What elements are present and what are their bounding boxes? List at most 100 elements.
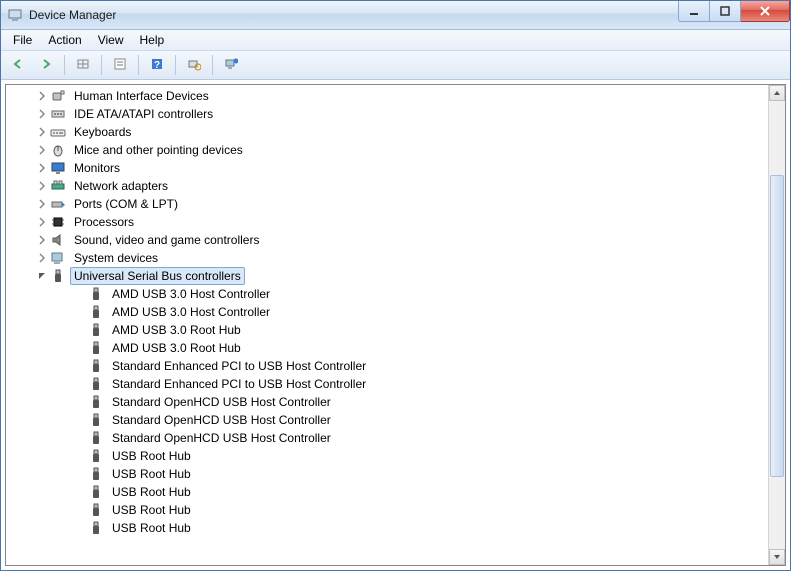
usb-device-icon	[88, 502, 104, 518]
device-label: AMD USB 3.0 Root Hub	[108, 339, 245, 357]
tree-device[interactable]: Standard OpenHCD USB Host Controller	[6, 411, 769, 429]
properties-button[interactable]	[107, 53, 133, 77]
expand-icon[interactable]	[34, 109, 50, 119]
tree-category[interactable]: Mice and other pointing devices	[6, 141, 769, 159]
usb-device-icon	[88, 412, 104, 428]
expand-icon[interactable]	[34, 163, 50, 173]
usb-device-icon	[88, 358, 104, 374]
app-icon	[7, 7, 23, 23]
expand-icon[interactable]	[34, 217, 50, 227]
expand-icon[interactable]	[34, 199, 50, 209]
category-label: Universal Serial Bus controllers	[70, 267, 245, 285]
menu-file[interactable]: File	[5, 31, 40, 49]
tree-device[interactable]: AMD USB 3.0 Root Hub	[6, 339, 769, 357]
back-button[interactable]	[5, 53, 31, 77]
toolbar: ?	[1, 51, 790, 80]
tree-category[interactable]: System devices	[6, 249, 769, 267]
tree-device[interactable]: USB Root Hub	[6, 501, 769, 519]
category-label: Mice and other pointing devices	[70, 141, 247, 159]
expand-icon[interactable]	[34, 181, 50, 191]
separator	[175, 55, 176, 75]
category-label: Sound, video and game controllers	[70, 231, 263, 249]
collapse-icon[interactable]	[34, 271, 50, 281]
scroll-up-button[interactable]	[769, 85, 785, 101]
maximize-button[interactable]	[710, 1, 741, 22]
tree-category[interactable]: Processors	[6, 213, 769, 231]
scrollbar-thumb[interactable]	[770, 175, 784, 477]
usb-device-icon	[88, 376, 104, 392]
device-label: Standard OpenHCD USB Host Controller	[108, 411, 335, 429]
expand-icon[interactable]	[34, 235, 50, 245]
menu-help[interactable]: Help	[132, 31, 173, 49]
scan-hardware-button[interactable]	[181, 53, 207, 77]
arrow-left-icon	[11, 57, 25, 74]
hid-icon	[50, 88, 66, 104]
tree-device[interactable]: Standard Enhanced PCI to USB Host Contro…	[6, 375, 769, 393]
tree-category[interactable]: Ports (COM & LPT)	[6, 195, 769, 213]
window-controls	[678, 1, 790, 21]
tree-device[interactable]: USB Root Hub	[6, 519, 769, 537]
titlebar[interactable]: Device Manager	[1, 1, 790, 30]
forward-button[interactable]	[33, 53, 59, 77]
close-button[interactable]	[741, 1, 790, 22]
uninstall-button[interactable]	[218, 53, 244, 77]
device-label: Standard Enhanced PCI to USB Host Contro…	[108, 375, 370, 393]
sound-icon	[50, 232, 66, 248]
tree-category[interactable]: Sound, video and game controllers	[6, 231, 769, 249]
expand-icon[interactable]	[34, 127, 50, 137]
tree-device[interactable]: Standard OpenHCD USB Host Controller	[6, 393, 769, 411]
vertical-scrollbar[interactable]	[768, 85, 785, 565]
tree-category[interactable]: Monitors	[6, 159, 769, 177]
category-label: Network adapters	[70, 177, 172, 195]
tree-device[interactable]: USB Root Hub	[6, 447, 769, 465]
grid-icon	[76, 57, 90, 74]
expand-icon[interactable]	[34, 91, 50, 101]
usb-device-icon	[88, 520, 104, 536]
tree-device[interactable]: Standard Enhanced PCI to USB Host Contro…	[6, 357, 769, 375]
tree-device[interactable]: USB Root Hub	[6, 483, 769, 501]
show-hidden-button[interactable]	[70, 53, 96, 77]
usb-device-icon	[88, 466, 104, 482]
arrow-right-icon	[39, 57, 53, 74]
scan-icon	[187, 57, 201, 74]
properties-icon	[113, 57, 127, 74]
mouse-icon	[50, 142, 66, 158]
tree-category[interactable]: IDE ATA/ATAPI controllers	[6, 105, 769, 123]
category-label: Ports (COM & LPT)	[70, 195, 182, 213]
tree-device[interactable]: AMD USB 3.0 Host Controller	[6, 303, 769, 321]
category-label: Human Interface Devices	[70, 87, 213, 105]
help-button[interactable]: ?	[144, 53, 170, 77]
device-label: USB Root Hub	[108, 501, 195, 519]
device-tree[interactable]: Human Interface Devices IDE ATA/ATAPI co…	[6, 85, 769, 565]
tree-category-usb[interactable]: Universal Serial Bus controllers	[6, 267, 769, 285]
usb-category-icon	[50, 268, 66, 284]
scroll-down-button[interactable]	[769, 549, 785, 565]
menubar: File Action View Help	[1, 30, 790, 51]
tree-device[interactable]: Standard OpenHCD USB Host Controller	[6, 429, 769, 447]
category-label: Processors	[70, 213, 138, 231]
category-label: System devices	[70, 249, 162, 267]
expand-icon[interactable]	[34, 253, 50, 263]
menu-view[interactable]: View	[90, 31, 132, 49]
tree-device[interactable]: AMD USB 3.0 Root Hub	[6, 321, 769, 339]
tree-device[interactable]: AMD USB 3.0 Host Controller	[6, 285, 769, 303]
category-label: Monitors	[70, 159, 124, 177]
usb-device-icon	[88, 286, 104, 302]
tree-category[interactable]: Network adapters	[6, 177, 769, 195]
usb-device-icon	[88, 340, 104, 356]
device-label: AMD USB 3.0 Host Controller	[108, 285, 274, 303]
port-icon	[50, 196, 66, 212]
tree-category[interactable]: Human Interface Devices	[6, 87, 769, 105]
tree-category[interactable]: Keyboards	[6, 123, 769, 141]
usb-device-icon	[88, 430, 104, 446]
device-label: USB Root Hub	[108, 483, 195, 501]
window-title: Device Manager	[29, 8, 116, 22]
minimize-button[interactable]	[678, 1, 710, 22]
usb-device-icon	[88, 394, 104, 410]
expand-icon[interactable]	[34, 145, 50, 155]
menu-action[interactable]: Action	[40, 31, 89, 49]
content-area: Human Interface Devices IDE ATA/ATAPI co…	[5, 84, 786, 566]
device-label: Standard OpenHCD USB Host Controller	[108, 393, 335, 411]
tree-device[interactable]: USB Root Hub	[6, 465, 769, 483]
device-label: USB Root Hub	[108, 465, 195, 483]
